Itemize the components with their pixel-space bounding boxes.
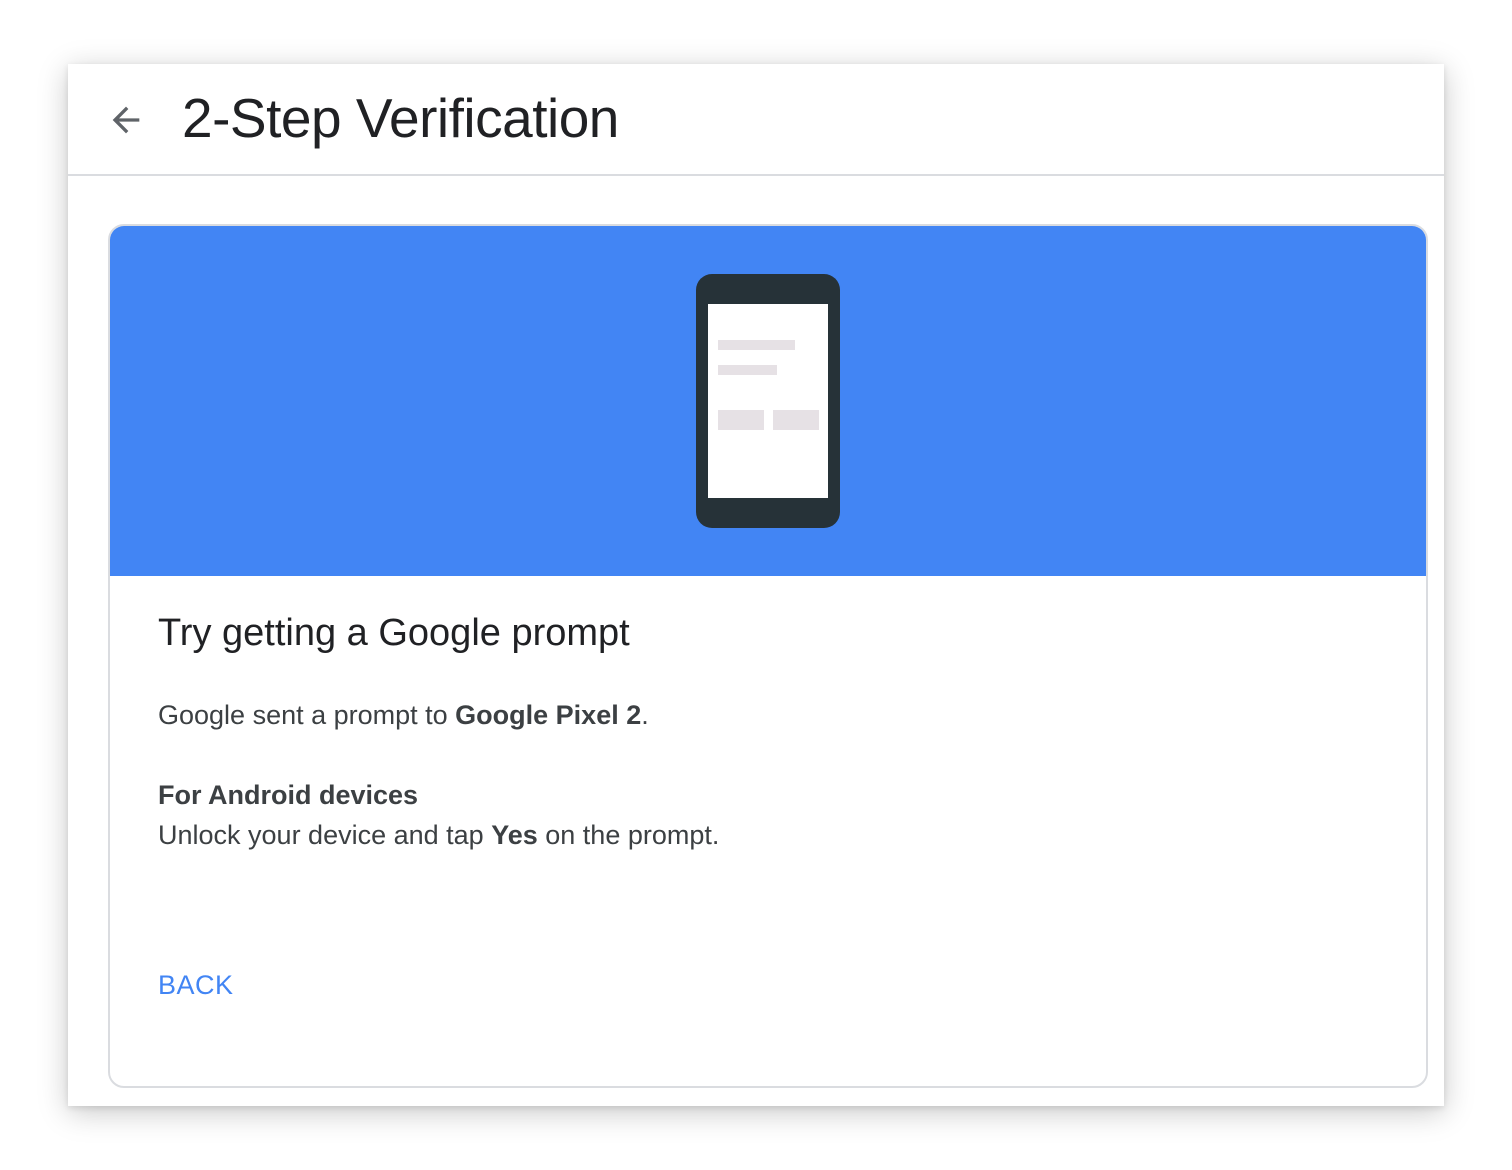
prompt-card: Try getting a Google prompt Google sent … bbox=[108, 224, 1428, 1088]
arrow-left-icon[interactable] bbox=[106, 100, 146, 140]
android-heading: For Android devices bbox=[158, 780, 419, 810]
device-name: Google Pixel 2 bbox=[455, 700, 642, 730]
instruction-prefix: Unlock your device and tap bbox=[158, 820, 492, 850]
page-header: 2-Step Verification bbox=[68, 64, 1444, 176]
android-instruction: Unlock your device and tap Yes on the pr… bbox=[158, 820, 719, 851]
prompt-sent-text: Google sent a prompt to Google Pixel 2. bbox=[158, 700, 649, 731]
instruction-yes: Yes bbox=[491, 820, 538, 850]
prompt-suffix: . bbox=[641, 700, 649, 730]
dialog-window: 2-Step Verification Try getting a Google… bbox=[68, 64, 1444, 1106]
phone-icon bbox=[696, 274, 840, 528]
card-title: Try getting a Google prompt bbox=[158, 612, 630, 654]
page-title: 2-Step Verification bbox=[182, 87, 619, 149]
back-button[interactable]: BACK bbox=[150, 962, 242, 1009]
prompt-prefix: Google sent a prompt to bbox=[158, 700, 456, 730]
hero-banner bbox=[110, 226, 1426, 576]
instruction-suffix: on the prompt. bbox=[537, 820, 720, 850]
